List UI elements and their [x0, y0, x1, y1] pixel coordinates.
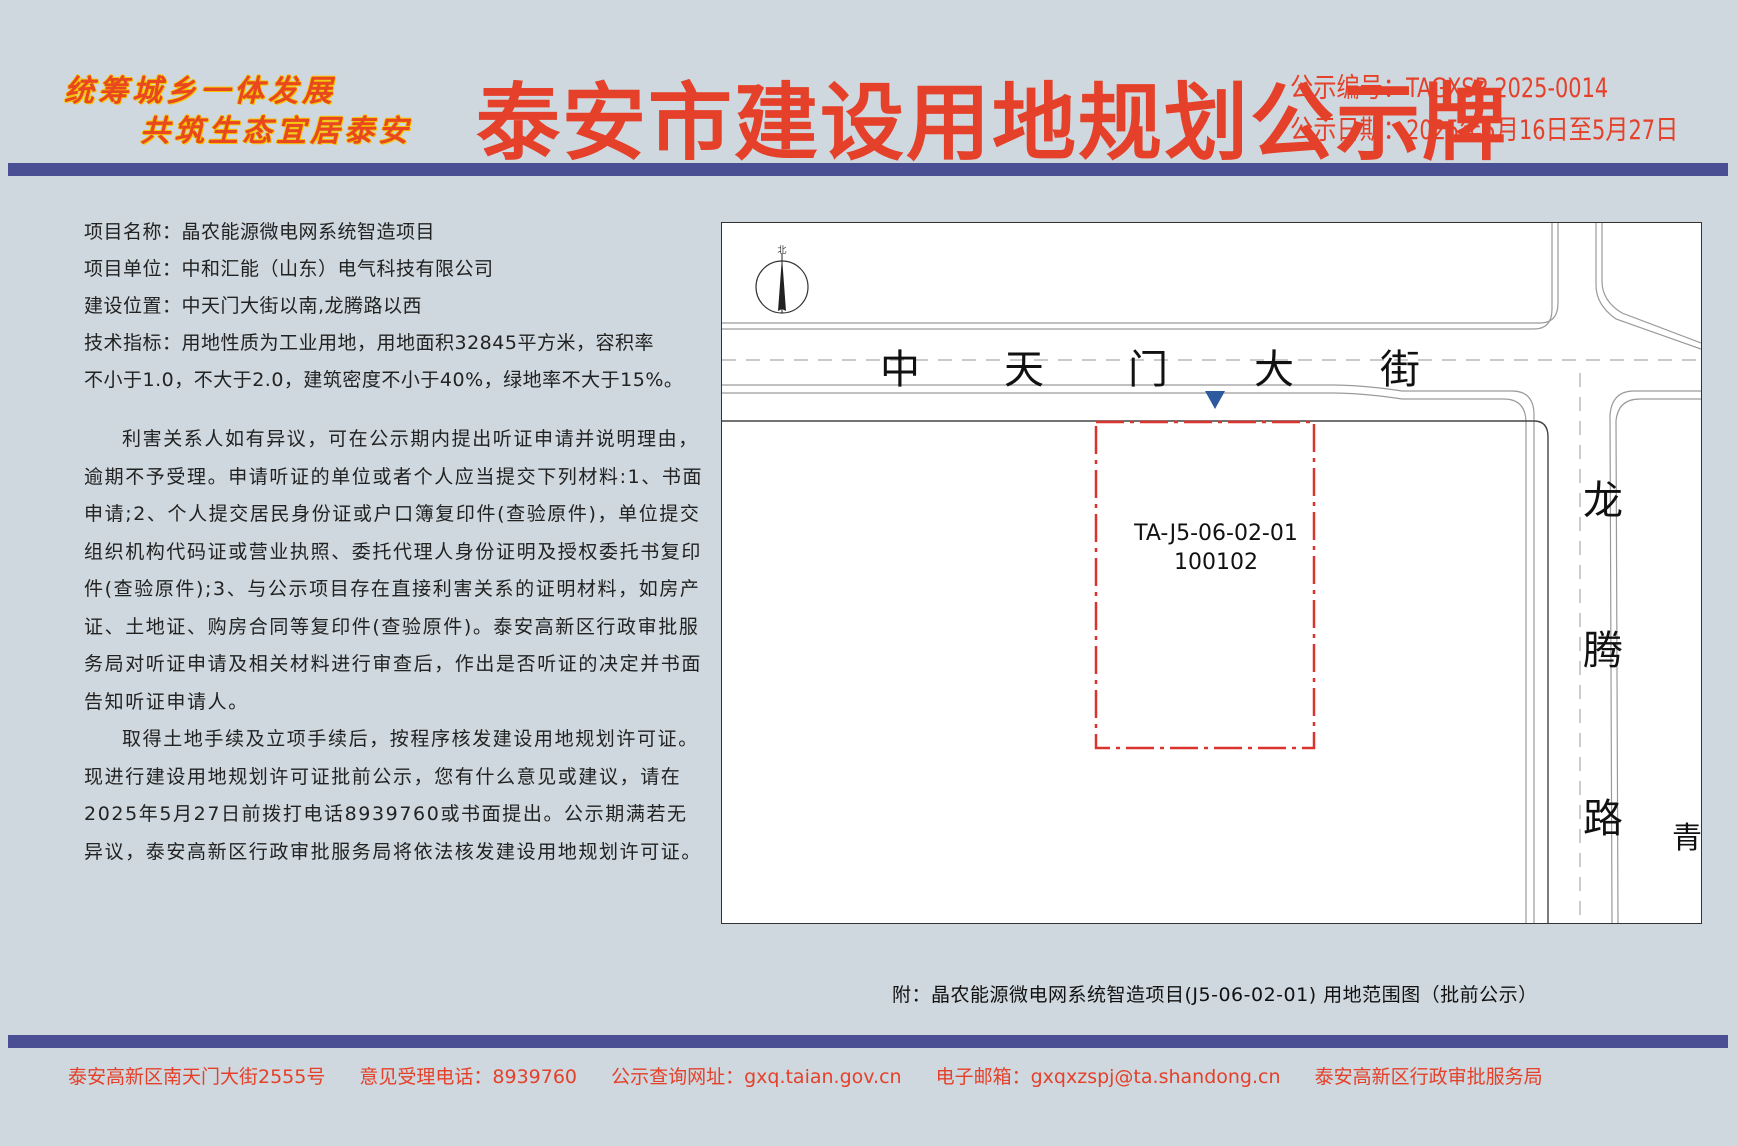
tech-indicators-line-1: 技术指标：用地性质为工业用地，用地面积32845平方米，容积率	[84, 332, 654, 354]
road-name-char: 龙	[1583, 478, 1623, 524]
footer-phone: 意见受理电话：8939760	[359, 1066, 578, 1088]
project-unit: 项目单位：中和汇能（山东）电气科技有限公司	[84, 258, 494, 280]
north-arrow-icon	[755, 253, 809, 314]
road-name-char: 路	[1583, 796, 1623, 842]
street-name-char: 天	[1004, 347, 1044, 393]
footer-office: 泰安高新区行政审批服务局	[1314, 1066, 1543, 1088]
bottom-divider-bar	[8, 1035, 1728, 1048]
site-range-map: 北 中 天 门 大 街 龙 腾 路 TA-J5-06-02-01 100102 …	[721, 222, 1702, 924]
north-label: 北	[777, 245, 786, 256]
footer-website: 公示查询网址：gxq.taian.gov.cn	[611, 1066, 902, 1088]
street-name-char: 中	[880, 347, 920, 393]
road-name-char: 腾	[1583, 628, 1623, 674]
build-location: 建设位置：中天门大街以南,龙腾路以西	[84, 295, 423, 317]
street-name-char: 大	[1254, 347, 1294, 393]
street-name-char: 门	[1128, 347, 1168, 393]
permit-paragraph: 取得土地手续及立项手续后，按程序核发建设用地规划许可证。现进行建设用地规划许可证…	[84, 728, 703, 863]
footer-address: 泰安高新区南天门大街2555号	[68, 1066, 326, 1088]
parcel-id: 100102	[1174, 550, 1258, 575]
map-edge-label: 青	[1672, 821, 1702, 856]
objection-paragraph: 利害关系人如有异议，可在公示期内提出听证申请并说明理由，逾期不予受理。申请听证的…	[84, 428, 704, 713]
project-info-panel: 项目名称：晶农能源微电网系统智造项目 项目单位：中和汇能（山东）电气科技有限公司…	[84, 214, 704, 871]
entrance-marker-icon	[1205, 391, 1225, 409]
slogan-line-2: 共筑生态宜居泰安	[140, 114, 412, 149]
footer-email: 电子邮箱：gxqxzspj@ta.shandong.cn	[935, 1066, 1281, 1088]
notice-date: 公示日期：2025年5月16日至5月27日	[1290, 115, 1679, 146]
parcel-boundary	[1094, 420, 1316, 750]
parcel-code: TA-J5-06-02-01	[1134, 521, 1298, 546]
top-divider-bar	[8, 163, 1728, 176]
project-name: 项目名称：晶农能源微电网系统智造项目	[84, 221, 436, 243]
footer-info: 泰安高新区南天门大街2555号 意见受理电话：8939760 公示查询网址：gx…	[68, 1062, 1571, 1089]
center-lines	[722, 359, 1701, 923]
notice-number: 公示编号：TAGXSP-2025-0014	[1290, 73, 1609, 104]
tech-indicators-line-2: 不小于1.0，不大于2.0，建筑密度不小于40%，绿地率不大于15%。	[84, 369, 684, 391]
map-caption: 附：晶农能源微电网系统智造项目(J5-06-02-01) 用地范围图（批前公示）	[892, 984, 1538, 1006]
street-name-char: 街	[1380, 347, 1420, 393]
slogan-line-1: 统筹城乡一体发展	[64, 74, 336, 109]
block-outline	[722, 420, 1549, 923]
